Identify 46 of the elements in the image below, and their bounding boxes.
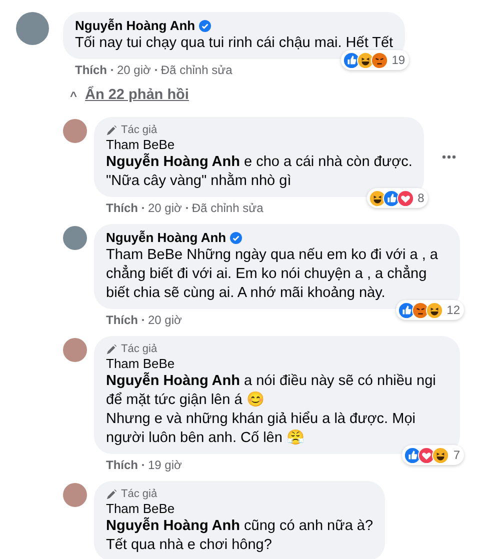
hide-replies-link[interactable]: ^ Ẩn 22 phản hồi: [70, 86, 189, 106]
comment-text: Tối nay tui chạy qua tui rinh cái chậu mai. Hết Tết: [75, 34, 394, 53]
comment-text: Nguyễn Hoàng Anh cũng có anh nữa à? Tết qua nhà e chơi hông?: [106, 517, 374, 555]
reaction-count: 7: [453, 447, 460, 464]
like-link[interactable]: Thích: [106, 312, 138, 328]
author-role-label: Tác giả: [121, 342, 158, 356]
reaction-count: 8: [418, 190, 424, 207]
author-role-label: Tác giả: [121, 123, 158, 137]
author-name[interactable]: Tham BeBe: [106, 137, 175, 153]
comment-text: Nguyễn Hoàng Anh e cho a cái nhà còn được. "Nữa cây vàng" nhằm nhò gì: [106, 153, 412, 191]
pencil-icon: [106, 124, 117, 136]
timestamp-link[interactable]: 20 giờ: [117, 62, 151, 78]
timestamp-link[interactable]: 19 giờ: [148, 457, 182, 473]
author-name[interactable]: Nguyễn Hoàng Anh: [106, 230, 226, 246]
author-name[interactable]: Nguyễn Hoàng Anh: [75, 18, 196, 34]
haha-reaction-icon: [432, 446, 450, 464]
author-role-label: Tác giả: [121, 487, 158, 501]
avatar[interactable]: [63, 119, 87, 143]
timestamp-link[interactable]: 20 giờ: [148, 312, 182, 328]
haha-reaction-icon: [426, 302, 443, 318]
avatar[interactable]: [63, 483, 87, 507]
like-link[interactable]: Thích: [106, 200, 138, 216]
love-reaction-icon: [396, 190, 414, 206]
reaction-summary[interactable]: 19: [340, 50, 410, 70]
comment-text: Tham BeBe Những ngày qua nếu em ko đi với a , a chẳng biết đi với ai. Em ko nói chuyện a , a chẳng biết chia sẽ cùng ai. A nhớ mãi khoảng này.: [106, 246, 439, 303]
timestamp-link[interactable]: 20 giờ: [148, 200, 182, 216]
avatar[interactable]: [63, 226, 87, 250]
reaction-summary[interactable]: 12: [396, 300, 464, 320]
reaction-count: 19: [392, 52, 406, 69]
more-options-icon[interactable]: [442, 155, 456, 159]
like-link[interactable]: Thích: [75, 62, 107, 78]
author-name[interactable]: Tham BeBe: [106, 356, 175, 372]
reaction-summary[interactable]: 8: [366, 188, 428, 208]
edited-label: Đã chỉnh sửa: [160, 62, 232, 78]
pencil-icon: [106, 344, 117, 354]
avatar[interactable]: [16, 12, 49, 45]
pencil-icon: [106, 488, 117, 500]
author-name[interactable]: Tham BeBe: [106, 501, 175, 517]
caret-icon: ^: [70, 87, 78, 105]
like-link[interactable]: Thích: [106, 457, 138, 473]
avatar[interactable]: [63, 338, 87, 362]
reaction-summary[interactable]: 7: [402, 445, 464, 465]
reaction-count: 12: [446, 302, 460, 319]
edited-label: Đã chỉnh sửa: [192, 200, 264, 216]
angry-reaction-icon: [370, 52, 388, 68]
comment-text: Nguyễn Hoàng Anh a nói điều này sẽ có nhiều ngi để mặt tức giận lên á 😊 Nhưng e và những khán giả hiểu a là được. Mọi người luôn bên anh. Cố lên 😤: [106, 372, 437, 448]
